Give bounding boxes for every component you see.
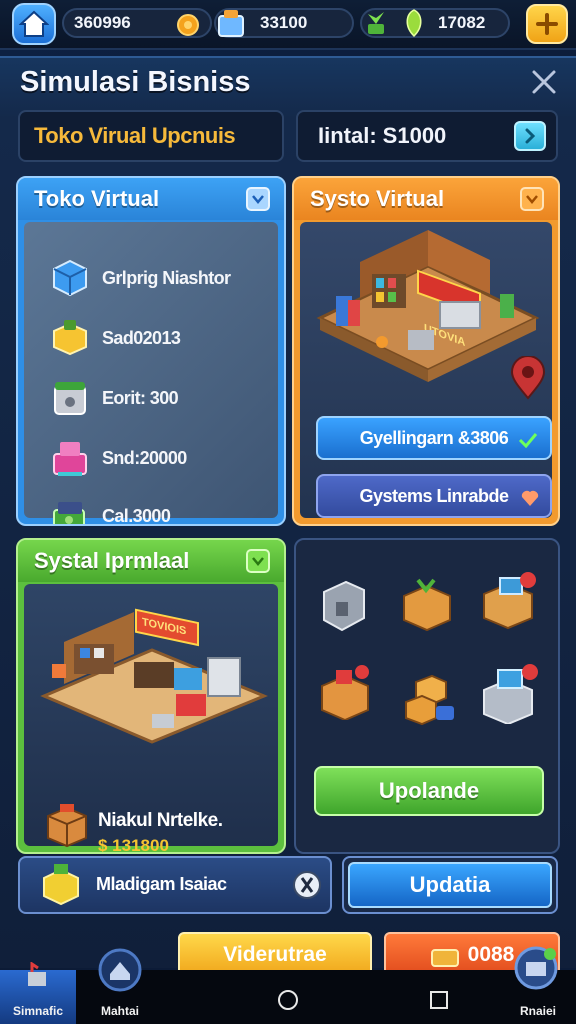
tab-profile[interactable]: Rnaiei xyxy=(500,946,576,1024)
add-resource-button[interactable] xyxy=(526,4,568,44)
list-item[interactable]: Sad02013 xyxy=(50,316,181,360)
list-item[interactable]: Grlprig Niashtor xyxy=(50,256,231,300)
map-pin-icon xyxy=(510,356,546,400)
pink-register-icon xyxy=(53,442,87,476)
list-item-label: Eorit: 300 xyxy=(102,387,179,408)
simulation-icon xyxy=(28,962,46,986)
blue-cube-icon xyxy=(53,259,87,297)
store-card[interactable]: Toko Virtual Grlprig Niashtor Sad02013 E… xyxy=(16,176,286,526)
tab-market-label: Mahtai xyxy=(100,1004,139,1018)
list-item[interactable]: Cal.3000 xyxy=(50,494,171,524)
promo-left-label: Viderutrae xyxy=(223,943,327,966)
list-item-label: Cal.3000 xyxy=(102,505,171,526)
home-icon xyxy=(19,10,49,37)
system-primary-button[interactable]: Gyellingarn &3806 xyxy=(316,416,552,460)
recents-square-icon[interactable] xyxy=(428,989,450,1011)
list-item[interactable]: Snd:20000 xyxy=(50,436,187,480)
promo-right-label: 0088 xyxy=(467,943,515,966)
management-box[interactable]: Mladigam Isaiac xyxy=(18,856,332,914)
bottom-navigation: Simnafic Mahtai Rnaiei xyxy=(0,946,576,1024)
package-box-icon xyxy=(47,804,87,848)
update-button[interactable]: Updatia xyxy=(348,862,552,908)
system-card-header: Systo Virtual xyxy=(294,178,558,220)
upgrade-card-title: Systal Iprmlaal xyxy=(34,548,190,573)
store-card-body: Grlprig Niashtor Sad02013 Eorit: 300 Snd… xyxy=(24,222,278,524)
store-card-title: Toko Virtual xyxy=(34,186,160,211)
safe-box-icon xyxy=(54,382,86,415)
yellow-gift-icon xyxy=(43,864,79,906)
home-button[interactable] xyxy=(12,3,56,45)
resource-pill-3: 17082 xyxy=(360,8,510,38)
system-primary-label: Gyellingarn &3806 xyxy=(359,427,509,448)
initial-value: S1000 xyxy=(382,123,447,148)
upgrade-button[interactable]: Upolande xyxy=(314,766,544,816)
initial-capital-box: Iintal: S1000 xyxy=(296,110,558,162)
tab-simulation-label: Simnafic xyxy=(12,1004,63,1018)
system-secondary-button[interactable]: Gystems Linrabde xyxy=(316,474,552,518)
list-item-label: Grlprig Niashtor xyxy=(102,267,231,288)
tab-market[interactable]: Mahtai xyxy=(80,948,160,1024)
coin-bag-icon xyxy=(177,14,199,36)
register-machine-icon[interactable] xyxy=(478,664,540,724)
upgrade-card[interactable]: Systal Iprmlaal TOVIOIS Niakul Nrtelke. xyxy=(16,538,286,854)
upgrade-item-name: Niakul Nrtelke. xyxy=(98,810,223,831)
cash-stack-icon xyxy=(53,502,85,524)
tab-simulation[interactable]: Simnafic xyxy=(0,962,76,1024)
server-icon[interactable] xyxy=(316,578,370,634)
list-item-label: Sad02013 xyxy=(102,327,181,348)
upgrade-card-body: TOVIOIS Niakul Nrtelke. $ 131800 xyxy=(24,584,278,852)
system-card-checkbox[interactable] xyxy=(520,187,544,211)
list-item-label: Snd:20000 xyxy=(102,447,187,468)
tab-profile-label: Rnaiei xyxy=(519,1004,556,1018)
check-icon xyxy=(518,433,538,448)
tool-icon[interactable] xyxy=(292,870,322,900)
store-card-header: Toko Virtual xyxy=(18,178,284,220)
update-button-frame: Updatia xyxy=(342,856,558,914)
resource-pill-2: 33100 xyxy=(214,8,354,38)
plant-icon xyxy=(368,12,384,34)
close-icon[interactable] xyxy=(530,68,558,96)
chevron-down-icon xyxy=(252,195,264,204)
profile-icon xyxy=(514,946,558,990)
upgrade-shop-illustration: TOVIOIS xyxy=(40,608,268,744)
coin-stack-icon xyxy=(430,949,459,967)
leaf-icon xyxy=(406,9,422,38)
crate-icon xyxy=(218,10,244,37)
chevron-right-icon xyxy=(525,128,536,144)
chevron-down-icon xyxy=(252,557,264,566)
management-label: Mladigam Isaiac xyxy=(96,874,227,894)
heart-icon xyxy=(521,490,539,506)
red-parcel-icon[interactable] xyxy=(316,664,374,720)
home-circle-icon[interactable] xyxy=(276,988,300,1012)
initial-label: Iintal: xyxy=(318,123,377,148)
upgrade-button-label: Upolande xyxy=(378,778,480,803)
panel-title: Simulasi Bisniss xyxy=(20,66,251,98)
resource-value-2: 33100 xyxy=(260,13,308,32)
chevron-down-icon xyxy=(526,195,538,204)
system-card-title: Systo Virtual xyxy=(310,186,445,211)
store-icon xyxy=(98,948,142,992)
gold-package-icon xyxy=(53,320,87,356)
list-item[interactable]: Eorit: 300 xyxy=(50,376,179,420)
upgrade-card-header: Systal Iprmlaal xyxy=(18,540,284,582)
store-name: Toko Virual Upcnuis xyxy=(34,123,236,148)
store-name-box: Toko Virual Upcnuis xyxy=(18,110,284,162)
plus-icon xyxy=(536,13,558,35)
items-card: Upolande xyxy=(294,538,560,854)
resource-pill-1: 360996 xyxy=(62,8,212,38)
resource-bar: 360996 33100 17082 xyxy=(0,0,576,50)
upgrade-card-checkbox[interactable] xyxy=(246,549,270,573)
system-card-body: UTOVIA Gyellingarn &3806 Gystems Linrabd… xyxy=(300,222,552,518)
store-card-checkbox[interactable] xyxy=(246,187,270,211)
resource-value-3: 17082 xyxy=(438,13,486,32)
update-button-label: Updatia xyxy=(409,872,491,897)
next-button[interactable] xyxy=(514,121,546,151)
system-card[interactable]: Systo Virtual UTOVIA Gyellingarn &3806 G… xyxy=(292,176,560,526)
system-secondary-label: Gystems Linrabde xyxy=(359,485,509,506)
resource-value-1: 360996 xyxy=(74,13,131,32)
shop-box-icon[interactable] xyxy=(478,570,540,630)
gift-box-icon[interactable] xyxy=(398,576,456,632)
upgrade-item-price: $ 131800 xyxy=(98,836,169,854)
stacked-boxes-icon[interactable] xyxy=(402,672,458,726)
